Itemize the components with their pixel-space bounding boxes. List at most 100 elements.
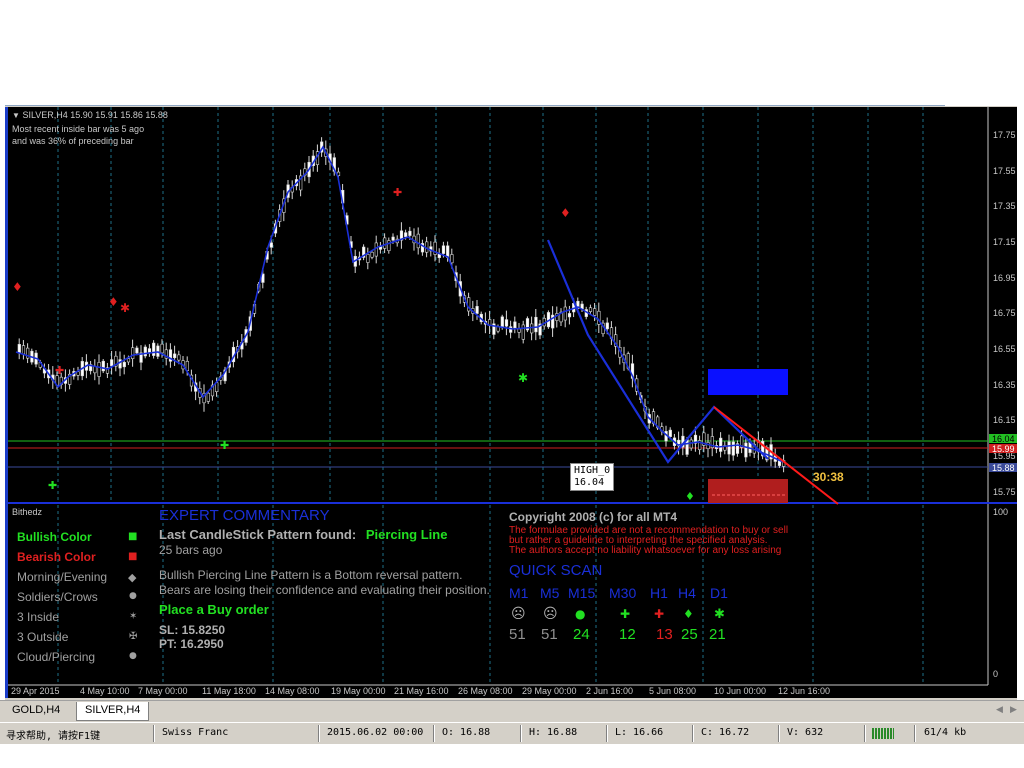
inside-bar-info-2: and was 36% of preceding bar [12, 136, 134, 146]
price-label: 15.75 [993, 487, 1016, 497]
legend-row: Bearish Color [17, 550, 96, 564]
candle-body [126, 358, 131, 363]
commentary-heading: EXPERT COMMENTARY [159, 507, 330, 524]
indicator-axis-top: 100 [993, 507, 1008, 517]
candle-body [366, 254, 370, 263]
connection-bars-icon[interactable] [872, 728, 894, 739]
scan-timeframe: H1 [650, 585, 668, 601]
pattern-description-2: Bears are losing their confidence and ev… [159, 583, 490, 597]
time-axis-labels: 29 Apr 2015 4 May 10:00 7 May 00:00 11 M… [11, 686, 830, 696]
time-label: 21 May 16:00 [394, 686, 449, 696]
candle-body [17, 344, 21, 354]
tab-label: SILVER,H4 [85, 704, 141, 716]
legend-label: Cloud/Piercing [17, 650, 96, 664]
candle-body [206, 392, 210, 402]
legend-label: 3 Outside [17, 630, 69, 644]
price-label: 16.95 [993, 273, 1016, 283]
status-close: C: 16.72 [701, 727, 750, 738]
status-separator [692, 725, 694, 742]
status-traffic: 61/4 kb [924, 727, 967, 738]
bearish-drop-icon: ♦ [12, 280, 23, 294]
time-label: 29 Apr 2015 [11, 686, 60, 696]
status-separator [318, 725, 320, 742]
copyright-title: Copyright 2008 (c) for all MT4 [509, 510, 678, 524]
bearish-square-icon: ■ [128, 551, 138, 562]
high-label-name: HIGH_0 [574, 465, 611, 476]
star-icon: ✶ [129, 611, 138, 622]
last-pattern-prefix: Last CandleStick Pattern found: [159, 527, 357, 542]
scan-count: 51 [509, 626, 526, 643]
candle-body [374, 242, 378, 257]
legend-label: 3 Inside [17, 610, 60, 624]
cross-icon: ✚ [620, 607, 631, 621]
bars-ago: 25 bars ago [159, 543, 223, 557]
candle-body [391, 236, 395, 241]
high-price-label[interactable]: HIGH_0 16.04 [570, 463, 615, 491]
candle-body [135, 347, 139, 354]
time-label: 19 May 00:00 [331, 686, 386, 696]
candle-body [383, 237, 387, 249]
status-separator [606, 725, 608, 742]
candle-body [504, 319, 509, 327]
disclaimer-line: The authors accept no liability whatsoev… [509, 545, 782, 556]
tab-scroll-right-icon[interactable]: ▶ [1010, 705, 1017, 715]
bearish-star-icon: ✱ [120, 301, 131, 315]
scan-count: 24 [573, 626, 590, 643]
price-label: 17.35 [993, 201, 1016, 211]
candle-body [530, 323, 534, 334]
candle-body [93, 366, 97, 374]
time-label: 5 Jun 08:00 [649, 686, 696, 696]
price-label: 17.15 [993, 237, 1016, 247]
scan-count: 12 [619, 626, 636, 643]
status-separator [153, 725, 155, 742]
cross-icon: ✚ [654, 607, 665, 621]
scan-count: 25 [681, 626, 698, 643]
scan-timeframe: M30 [609, 585, 637, 601]
status-profile[interactable]: Swiss Franc [162, 727, 228, 738]
candle-body [131, 347, 135, 359]
diamond-icon: ◆ [128, 571, 137, 584]
chart-menu-arrow-icon[interactable]: ▼ [12, 111, 20, 120]
scan-timeframe: H4 [678, 585, 696, 601]
time-label: 14 May 08:00 [265, 686, 320, 696]
support-zone[interactable] [708, 479, 788, 503]
status-datetime: 2015.06.02 00:00 [327, 727, 424, 738]
tab-gold-h4[interactable]: GOLD,H4 [4, 702, 69, 721]
scan-timeframe: M1 [509, 585, 529, 601]
resistance-zone[interactable] [708, 369, 788, 395]
candle-body [475, 306, 479, 314]
status-high: H: 16.88 [529, 727, 578, 738]
last-pattern-line: Last CandleStick Pattern found: Piercing… [159, 527, 447, 542]
tab-scroll-left-icon[interactable]: ◀ [996, 705, 1003, 715]
candle-body [269, 242, 273, 248]
candle-body [719, 437, 723, 452]
candle-body [173, 353, 177, 359]
candle-body [152, 342, 156, 356]
candle-body [110, 359, 114, 367]
tab-silver-h4[interactable]: SILVER,H4 [76, 702, 150, 721]
legend-label: Soldiers/Crows [17, 590, 98, 604]
candle-body [143, 346, 147, 357]
status-separator [433, 725, 435, 742]
legend-row: Bullish Color [17, 530, 92, 544]
circle-icon: ● [129, 591, 137, 601]
candle-body [450, 254, 454, 264]
bullish-cross-icon: ✚ [220, 439, 230, 452]
chart-window[interactable]: 17.75 17.55 17.35 17.15 16.95 16.75 16.5… [5, 107, 1017, 698]
candle-body [404, 232, 408, 237]
legend-label: Morning/Evening [17, 570, 108, 584]
bearish-drop-icon: ♦ [108, 295, 119, 309]
green-price-tag-text: 16.04 [992, 434, 1015, 444]
last-pattern-name: Piercing Line [365, 527, 448, 542]
quick-scan-title: QUICK SCAN [509, 562, 603, 579]
price-label: 16.35 [993, 380, 1016, 390]
indicator-name: Bithedz [12, 507, 43, 517]
scan-timeframe: M15 [568, 585, 596, 601]
legend-label: Bearish Color [17, 550, 96, 564]
candle-body [605, 322, 609, 330]
time-label: 2 Jun 16:00 [586, 686, 633, 696]
time-label: 12 Jun 16:00 [778, 686, 830, 696]
candle-body [21, 345, 26, 355]
candle-body [408, 230, 412, 236]
cross-icon: ✠ [129, 631, 138, 642]
